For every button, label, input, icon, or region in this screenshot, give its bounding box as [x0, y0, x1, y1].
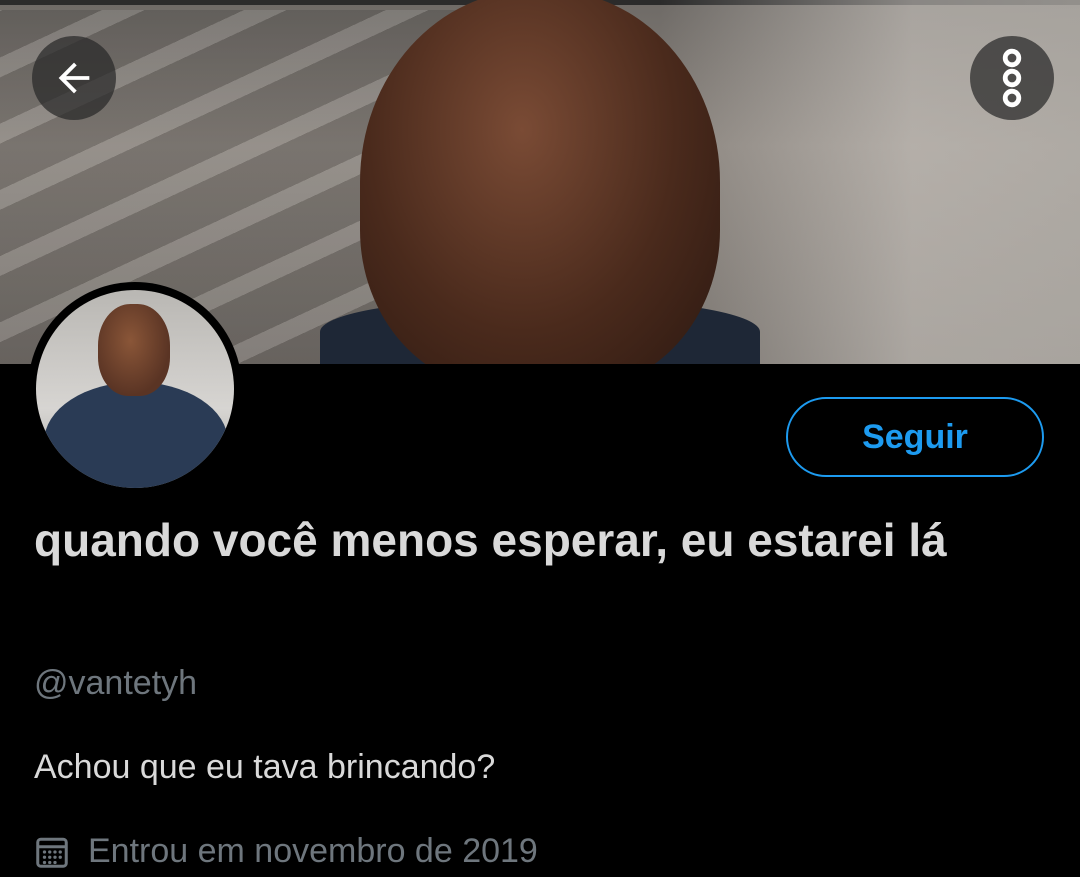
- user-handle: @vantetyh: [34, 664, 198, 702]
- banner-portrait: [360, 0, 720, 364]
- avatar-face: [98, 304, 170, 396]
- avatar-border: [28, 282, 242, 496]
- profile-bio: Achou que eu tava brincando?: [34, 748, 496, 786]
- join-date-text: Entrou em novembro de 2019: [88, 832, 538, 870]
- display-name: quando você menos esperar, eu estarei lá: [34, 514, 947, 566]
- back-button[interactable]: [32, 36, 116, 120]
- join-date-row: Entrou em novembro de 2019: [34, 832, 538, 871]
- follow-button[interactable]: Seguir: [786, 397, 1044, 477]
- avatar-body: [44, 382, 228, 488]
- calendar-icon: [36, 837, 68, 868]
- arrow-left-icon: [58, 62, 90, 94]
- avatar[interactable]: [36, 290, 234, 488]
- more-options-button[interactable]: [970, 36, 1054, 120]
- more-vertical-icon: [1002, 48, 1022, 108]
